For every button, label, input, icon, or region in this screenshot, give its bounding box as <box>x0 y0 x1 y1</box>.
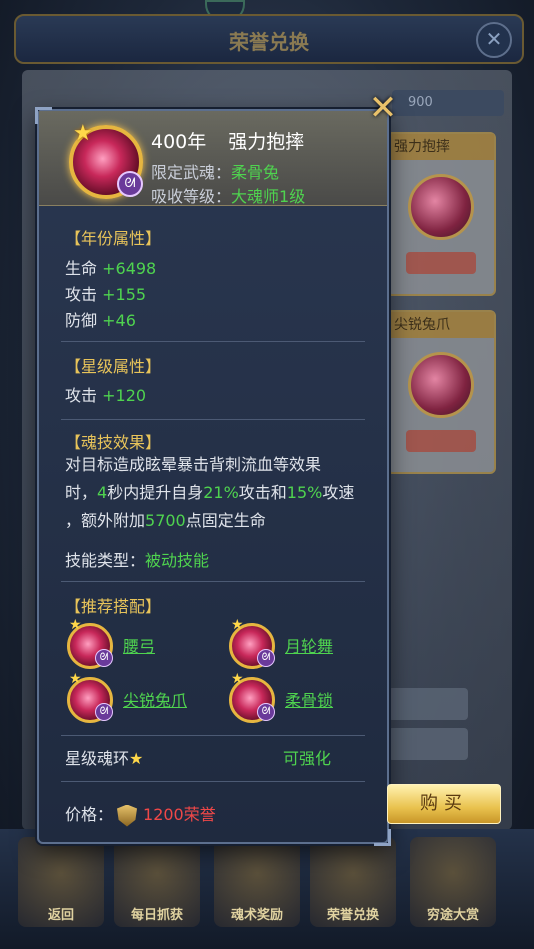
bg-shop-card-title: 尖锐兔爪 <box>388 312 494 338</box>
stat-row: 生命 +6498 <box>65 255 156 279</box>
recommend-item-link[interactable]: 腰弓 <box>123 633 155 657</box>
bg-shop-card-title: 强力抱摔 <box>388 134 494 160</box>
star-icon: ★ <box>231 671 244 687</box>
price-label: 价格： <box>65 805 114 824</box>
bg-soul-orb-icon <box>408 352 474 418</box>
bg-shop-card: 强力抱摔 <box>386 132 496 296</box>
recommend-item-link[interactable]: 柔骨锁 <box>285 687 333 711</box>
bg-tab-label: 荣誉兑换 <box>326 908 379 923</box>
bg-tab-label: 返回 <box>47 908 74 923</box>
item-year: 400年 <box>151 131 207 153</box>
stat-row: 防御 +46 <box>65 307 136 331</box>
star-ring-label: 星级魂环 <box>65 749 130 768</box>
rabbit-badge-icon: ᘛ <box>95 703 113 721</box>
star-icon: ★ <box>69 671 82 687</box>
star-icon: ★ <box>69 617 82 633</box>
rabbit-badge-icon: ᘛ <box>95 649 113 667</box>
star-icon: ★ <box>73 121 93 146</box>
bg-bottom-nav: 返回 每日抓获 魂术奖励 荣誉兑换 穷途大赏 <box>0 829 534 949</box>
stat-row: 攻击 +120 <box>65 382 146 406</box>
bg-price-tag <box>406 252 476 274</box>
stat-label: 防御 <box>65 311 98 330</box>
buy-button[interactable]: 购买 <box>387 784 501 824</box>
star-ring-status: 可强化 <box>283 745 331 769</box>
bg-tab-label: 每日抓获 <box>130 908 183 923</box>
bg-tab-label: 穷途大赏 <box>426 908 479 923</box>
close-icon[interactable]: ✕ <box>366 91 400 126</box>
stat-value: +155 <box>102 285 147 304</box>
rabbit-badge-icon: ᘛ <box>117 171 143 197</box>
stat-label: 生命 <box>65 259 98 278</box>
item-header: ★ ᘛ 400年 强力抱摔 限定武魂：柔骨兔 吸收等级：大魂师1级 <box>39 111 387 206</box>
absorb-level-label: 吸收等级： <box>151 187 232 206</box>
bg-title-bar: 荣誉兑换 ✕ <box>14 14 524 64</box>
year-attr-header: 【年份属性】 <box>65 229 162 248</box>
skill-effect-header: 【魂技效果】 <box>65 433 162 452</box>
recommend-header: 【推荐搭配】 <box>65 597 162 616</box>
bg-tab-label: 魂术奖励 <box>230 908 283 923</box>
skill-desc-line: ，额外附加5700点固定生命 <box>65 511 266 530</box>
stat-value: +6498 <box>102 259 157 278</box>
stat-label: 攻击 <box>65 285 98 304</box>
bg-shop-card: 尖锐兔爪 <box>386 310 496 474</box>
skill-type-line: 技能类型：被动技能 <box>65 547 209 571</box>
bg-filter-button <box>388 728 468 760</box>
divider <box>61 341 365 342</box>
bg-title: 荣誉兑换 <box>229 30 309 54</box>
weapon-soul-value: 柔骨兔 <box>231 163 280 182</box>
skill-desc-line: 时，4秒内提升自身21%攻击和15%攻速 <box>65 483 355 502</box>
bg-close-icon: ✕ <box>476 22 512 58</box>
stat-value: +120 <box>102 386 147 405</box>
skill-type-value: 被动技能 <box>145 551 210 570</box>
recommend-item-link[interactable]: 月轮舞 <box>285 633 333 657</box>
divider <box>61 581 365 582</box>
skill-description: 对目标造成眩晕暴击背刺流血等效果 时，4秒内提升自身21%攻击和15%攻速 ，额… <box>65 451 365 535</box>
stat-label: 攻击 <box>65 386 98 405</box>
skill-type-label: 技能类型： <box>65 551 146 570</box>
bg-soul-orb-icon <box>408 174 474 240</box>
recommend-item[interactable]: ★ ᘛ 腰弓 <box>67 617 207 671</box>
star-ring-line: 星级魂环★ <box>65 745 143 769</box>
star-attr-header: 【星级属性】 <box>65 357 162 376</box>
divider <box>61 419 365 420</box>
rabbit-badge-icon: ᘛ <box>257 649 275 667</box>
star-icon: ★ <box>129 749 144 768</box>
skill-desc-line: 对目标造成眩晕暴击背刺流血等效果 <box>65 455 322 474</box>
absorb-level-line: 吸收等级：大魂师1级 <box>151 183 305 207</box>
honor-shield-icon <box>117 804 138 827</box>
item-detail-modal: ★ ᘛ 400年 强力抱摔 限定武魂：柔骨兔 吸收等级：大魂师1级 【年份属性】 … <box>35 107 391 846</box>
item-name: 强力抱摔 <box>228 131 305 153</box>
star-icon: ★ <box>231 617 244 633</box>
star-ring-status-text: 可强化 <box>283 749 332 768</box>
bg-search-field: 900 <box>392 90 504 116</box>
divider <box>61 735 365 736</box>
weapon-soul-line: 限定武魂：柔骨兔 <box>151 159 279 183</box>
bg-price-tag <box>406 430 476 452</box>
rabbit-badge-icon: ᘛ <box>257 703 275 721</box>
weapon-soul-label: 限定武魂： <box>151 163 232 182</box>
item-title: 400年 强力抱摔 <box>151 127 304 154</box>
recommend-item[interactable]: ★ ᘛ 尖锐兔爪 <box>67 671 207 725</box>
absorb-level-value: 大魂师1级 <box>231 187 306 206</box>
recommend-item[interactable]: ★ ᘛ 月轮舞 <box>229 617 369 671</box>
bg-filter-button <box>388 688 468 720</box>
stat-row: 攻击 +155 <box>65 281 146 305</box>
price-row: 价格： 1200荣誉 <box>65 801 216 827</box>
divider <box>61 781 365 782</box>
recommend-item[interactable]: ★ ᘛ 柔骨锁 <box>229 671 369 725</box>
recommend-item-link[interactable]: 尖锐兔爪 <box>123 687 187 711</box>
stat-value: +46 <box>102 311 136 330</box>
price-value: 1200荣誉 <box>143 805 216 824</box>
